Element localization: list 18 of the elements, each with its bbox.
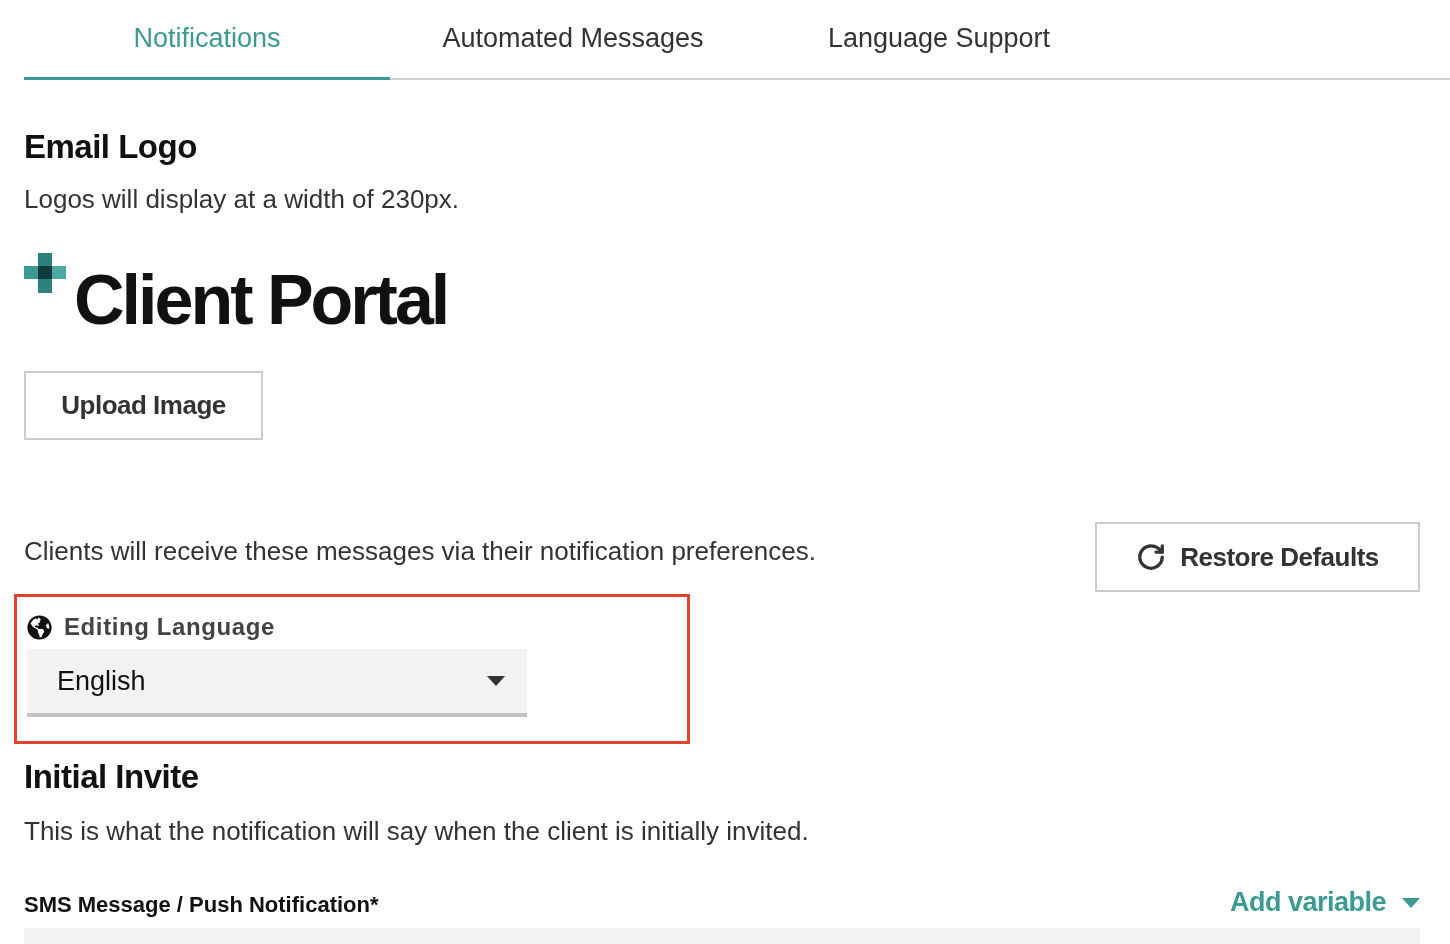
caret-icon [1402, 897, 1420, 908]
messages-description: Clients will receive these messages via their notification preferences. [24, 536, 816, 567]
section-title: Initial Invite [24, 758, 200, 796]
cross-logo-icon [24, 253, 68, 293]
tab[interactable]: Language Support [756, 0, 1122, 80]
section-description: This is what the notification will say when the client is initially invited. [24, 816, 810, 847]
restore-defaults-button[interactable]: Restore Defaults [1095, 522, 1420, 592]
globe-icon [27, 614, 52, 640]
tab[interactable]: Automated Messages [390, 0, 756, 80]
upload-image-button[interactable]: Upload Image [24, 371, 263, 440]
field-label: SMS Message / Push Notification* [24, 892, 379, 918]
language-label: Editing Language [64, 613, 275, 641]
language-select[interactable]: English [27, 649, 527, 717]
section-description: Logos will display at a width of 230px. [24, 184, 461, 215]
section-title: Email Logo [24, 128, 198, 166]
caret-icon [487, 676, 505, 686]
logo-text: Client Portal [74, 265, 448, 335]
refresh-icon [1136, 542, 1167, 572]
